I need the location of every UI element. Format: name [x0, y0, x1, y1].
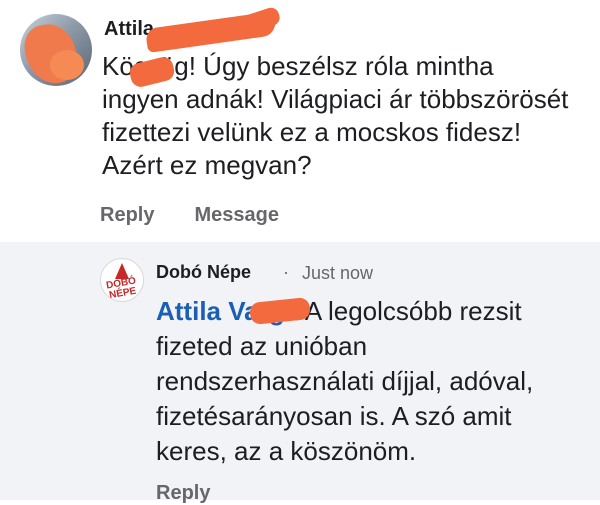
reply-timestamp[interactable]: Just now: [302, 263, 373, 284]
commenter-avatar[interactable]: [20, 14, 92, 86]
page-avatar[interactable]: DOBÓ NÉPE: [100, 258, 144, 302]
redaction-scribble: [50, 50, 84, 80]
reply-text: Attila Varga A legolcsóbb rezsit fizeted…: [156, 294, 586, 469]
message-button[interactable]: Message: [194, 204, 279, 227]
reply-button[interactable]: Reply: [156, 482, 210, 505]
separator-dot: ·: [283, 262, 289, 282]
reply-button[interactable]: Reply: [100, 204, 154, 227]
comment-actions: Reply Message: [100, 204, 279, 227]
reply-author[interactable]: Dobó Népe: [156, 262, 251, 283]
